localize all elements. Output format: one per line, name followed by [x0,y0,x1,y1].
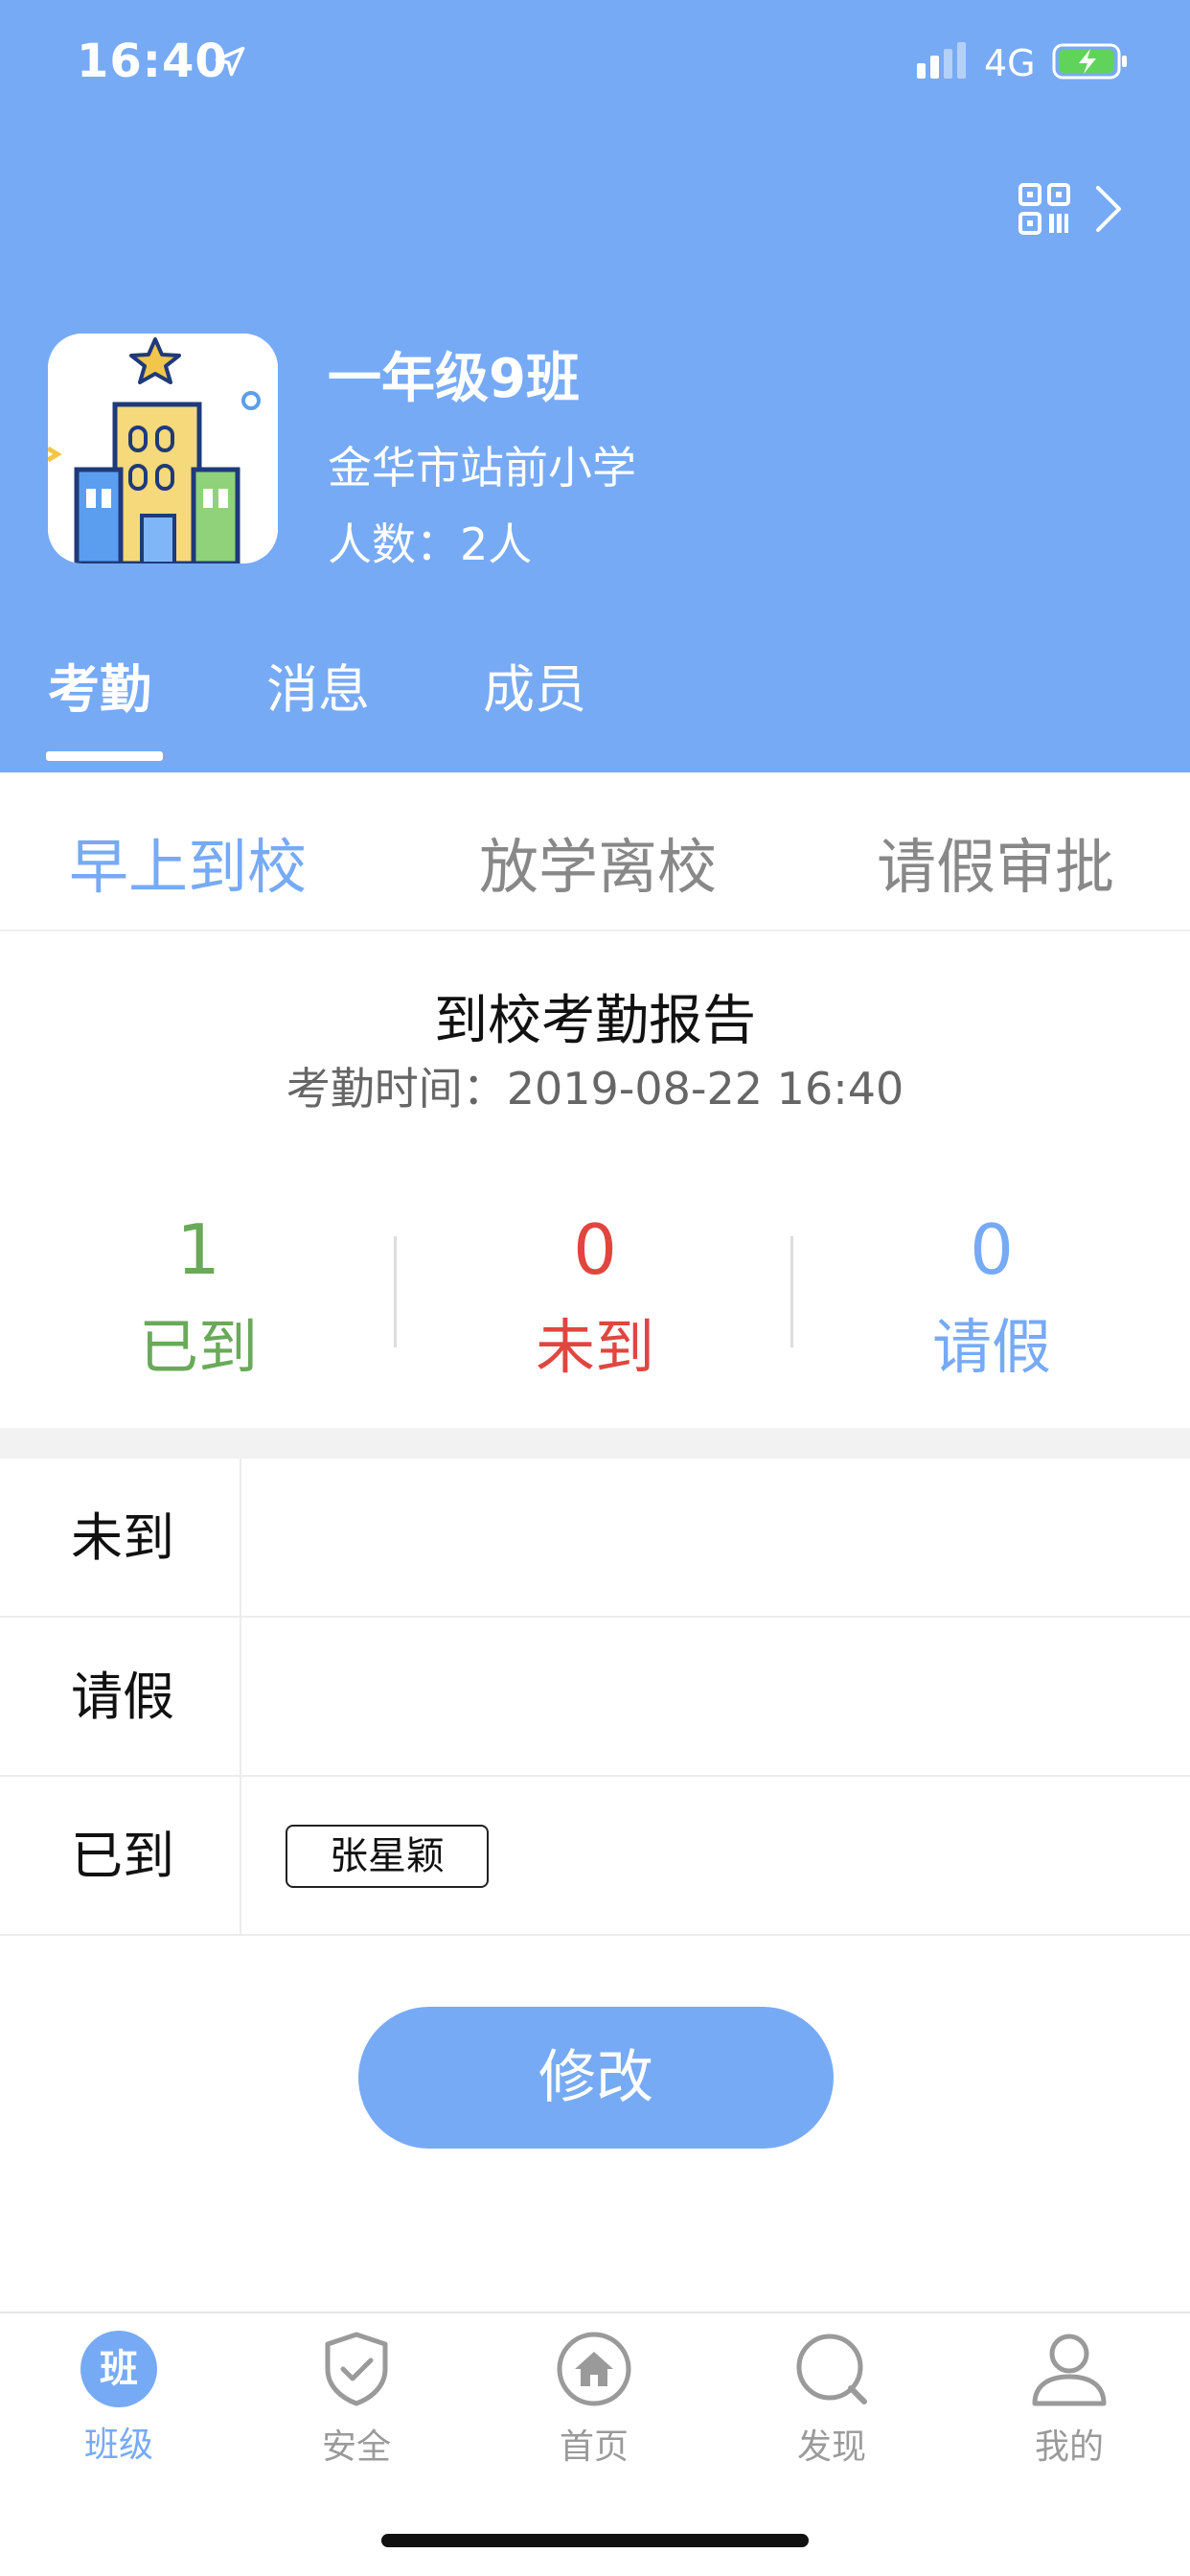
stat-leave-label: 请假 [931,1312,1051,1382]
report-title: 到校考勤报告 [434,990,756,1052]
subtab-morning-arrival[interactable]: 早上到校 [69,818,307,905]
tab-members[interactable]: 成员 [483,652,586,757]
stat-present-value: 1 [176,1209,220,1290]
list-row-absent: 未到 [0,1459,1190,1618]
tab-attendance[interactable]: 考勤 [48,652,151,757]
stat-leave-value: 0 [970,1209,1014,1290]
row-label-leave: 请假 [71,1667,174,1727]
screen: 16:40 4G 一年级9班 金华市站前小学 人数：2人 考勤 消息 成员 早上… [0,0,1190,2576]
stat-present: 1 已到 [0,1204,397,1392]
stat-divider [394,1236,397,1347]
row-separator [240,1459,241,1618]
nav-safety-label: 安全 [321,2427,391,2467]
nav-safety[interactable]: 安全 [238,2329,475,2469]
home-icon [557,2332,631,2406]
nav-home-label: 首页 [559,2427,629,2467]
class-header: 16:40 4G 一年级9班 金华市站前小学 人数：2人 考勤 消息 成员 [0,0,1190,772]
subtab-afternoon-departure[interactable]: 放学离校 [479,818,717,905]
nav-class-label: 班级 [83,2426,153,2465]
status-time: 16:40 [77,34,228,88]
stat-leave: 0 请假 [793,1204,1190,1392]
qr-code-icon[interactable] [1018,182,1071,236]
shield-icon [325,2332,388,2406]
status-bar: 16:40 4G [0,0,1190,126]
profile-icon [1032,2334,1107,2406]
list-row-leave: 请假 [0,1618,1190,1777]
active-tab-indicator [46,751,163,761]
home-indicator [381,2534,809,2547]
report-time: 考勤时间：2019-08-22 16:40 [286,1063,904,1115]
stat-divider [790,1236,793,1347]
member-count: 人数：2人 [328,518,533,570]
sub-tabs: 早上到校 放学离校 请假审批 [0,772,1190,932]
school-name: 金华市站前小学 [328,442,636,494]
class-avatar [48,334,278,564]
row-label-absent: 未到 [71,1507,174,1568]
school-building-icon [48,334,278,564]
nav-profile-label: 我的 [1034,2427,1104,2467]
main-tabs: 考勤 消息 成员 [0,652,1190,772]
tab-messages[interactable]: 消息 [266,652,370,757]
signal-icon [917,42,966,79]
stat-absent: 0 未到 [397,1204,793,1392]
attendance-list: 未到 请假 已到 张星颖 [0,1459,1190,1936]
chevron-right-icon[interactable] [1092,184,1125,234]
nav-discover-label: 发现 [796,2427,866,2467]
nav-profile[interactable]: 我的 [950,2329,1188,2469]
row-separator [240,1618,241,1777]
discover-icon [796,2334,867,2404]
section-divider [0,1428,1190,1459]
stat-absent-value: 0 [573,1209,617,1290]
class-name: 一年级9班 [328,348,580,410]
class-icon: 班 [80,2331,157,2407]
subtab-leave-approval[interactable]: 请假审批 [877,818,1114,905]
attendance-stats: 1 已到 0 未到 0 请假 [0,1204,1190,1395]
stat-present-label: 已到 [138,1312,258,1382]
row-label-present: 已到 [71,1826,174,1886]
network-type: 4G [984,42,1036,84]
nav-home[interactable]: 首页 [475,2329,713,2469]
location-arrow-icon [215,46,245,77]
list-row-present: 已到 张星颖 [0,1777,1190,1936]
row-separator [240,1777,241,1936]
stat-absent-label: 未到 [535,1312,654,1382]
modify-button[interactable]: 修改 [358,2007,834,2149]
nav-discover[interactable]: 发现 [713,2329,950,2469]
student-chip[interactable]: 张星颖 [286,1825,489,1888]
nav-class[interactable]: 班 班级 [0,2329,238,2467]
battery-charging-icon [1052,43,1127,80]
